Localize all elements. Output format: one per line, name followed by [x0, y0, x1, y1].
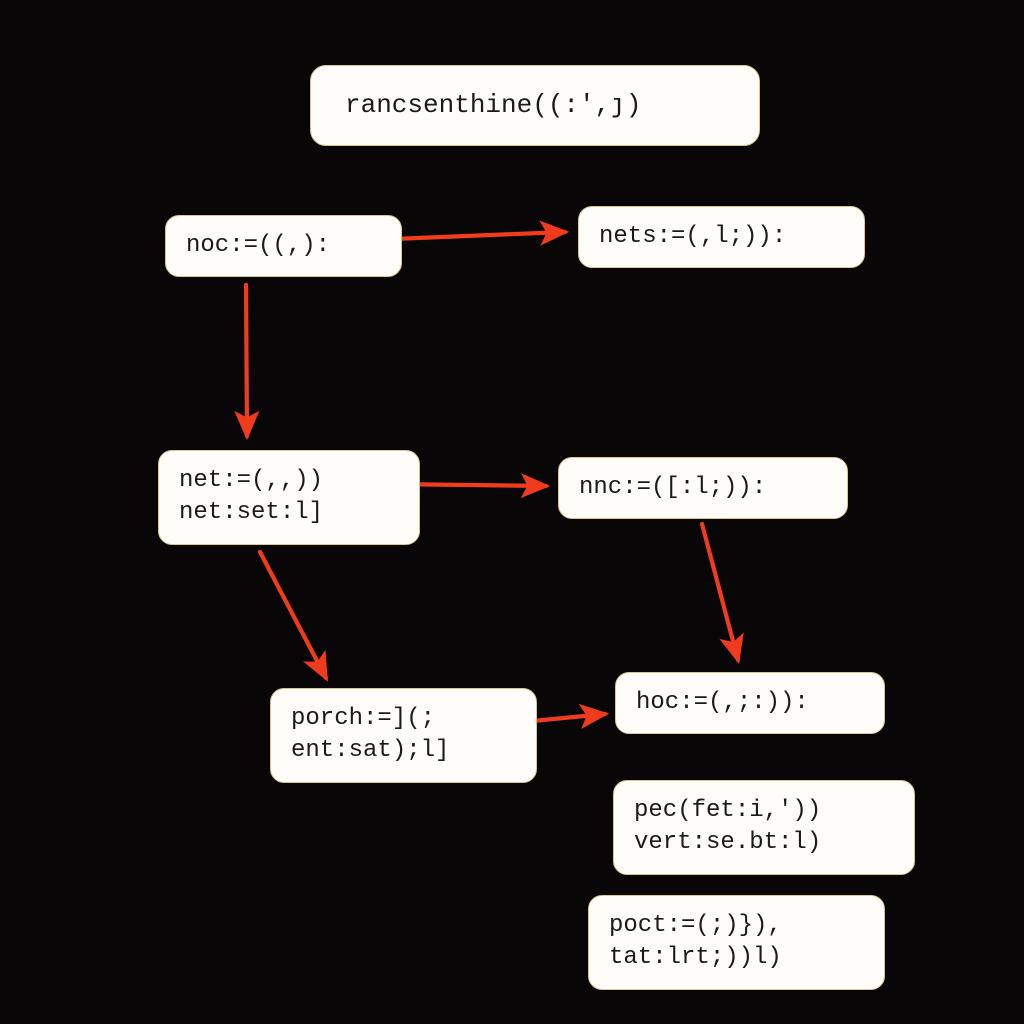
- node-noc: noc:=((,):: [165, 215, 402, 277]
- node-poct: poct:=(;)}), tat:lrt;))l): [588, 895, 885, 990]
- node-hoc: hoc:=(,;:)):: [615, 672, 885, 734]
- node-title: rancsenthine((:',ȷ): [310, 65, 760, 146]
- node-porch: porch:=](; ent:sat);l]: [270, 688, 537, 783]
- node-pec: pec(fet:i,')) vert:se.bt:l): [613, 780, 915, 875]
- diagram-canvas: rancsenthine((:',ȷ) noc:=((,): nets:=(,l…: [0, 0, 1024, 1024]
- node-nets: nets:=(,l;)):: [578, 206, 865, 268]
- node-nnc: nnc:=([:l;)):: [558, 457, 848, 519]
- arrow-noc-to-net: [246, 285, 247, 436]
- arrow-nnc-to-hoc: [702, 524, 738, 660]
- node-net: net:=(,,)) net:set:l]: [158, 450, 420, 545]
- arrow-net-to-porch: [260, 552, 326, 678]
